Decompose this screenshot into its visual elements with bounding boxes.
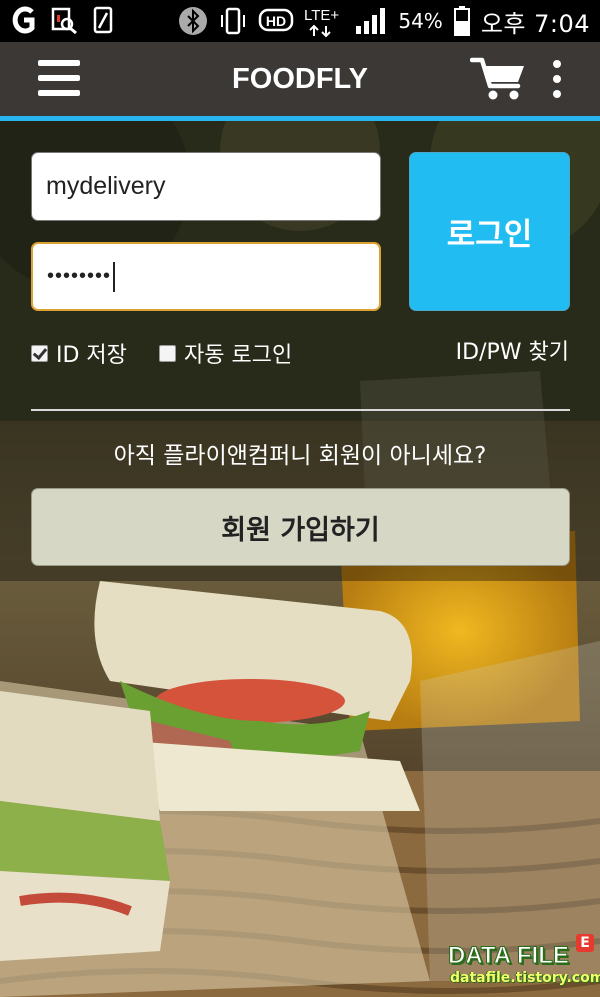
app-bar: FOODFLY <box>0 42 600 121</box>
password-field[interactable]: •••••••• <box>31 242 381 311</box>
app-g-icon <box>10 6 36 34</box>
save-id-label: ID 저장 <box>56 343 127 368</box>
id-field[interactable]: mydelivery <box>31 152 381 221</box>
sim-icon <box>92 6 114 34</box>
password-field-value: •••••••• <box>47 265 112 287</box>
login-button[interactable]: 로그인 <box>409 152 570 311</box>
battery-percent: 54% <box>398 9 443 33</box>
watermark-url: datafile.tistory.com <box>450 970 600 986</box>
clock: 오후 7:04 <box>480 9 590 38</box>
status-bar: HD LTE+ 54% 오후 7:04 <box>0 0 600 42</box>
text-cursor <box>113 261 116 292</box>
signup-notice: 아직 플라이앤컴퍼니 회원이 아니세요? <box>113 443 487 469</box>
save-id-option[interactable]: ID 저장 <box>31 337 127 369</box>
svg-text:LTE+: LTE+ <box>304 7 339 24</box>
find-id-pw-link[interactable]: ID/PW 찾기 <box>456 337 569 369</box>
svg-text:HD: HD <box>266 13 286 29</box>
battery-icon <box>453 5 471 37</box>
screenshot-icon <box>50 6 78 34</box>
cart-icon[interactable] <box>469 56 528 102</box>
id-field-value: mydelivery <box>46 172 166 200</box>
save-id-checkbox[interactable] <box>31 344 48 362</box>
watermark-badge: E <box>576 934 594 952</box>
bluetooth-icon <box>178 6 208 36</box>
signal-icon <box>354 6 388 36</box>
watermark-title: DATA FILE <box>448 942 570 970</box>
watermark: DATA FILE E datafile.tistory.com <box>448 934 600 992</box>
signup-button[interactable]: 회원 가입하기 <box>31 488 570 566</box>
hd-voice-icon: HD <box>258 6 294 36</box>
vibrate-icon <box>218 6 248 36</box>
divider <box>31 409 570 411</box>
more-icon[interactable] <box>548 60 566 100</box>
auto-login-label: 자동 로그인 <box>184 343 293 368</box>
lte-icon: LTE+ <box>304 4 344 38</box>
auto-login-option[interactable]: 자동 로그인 <box>159 337 292 369</box>
auto-login-checkbox[interactable] <box>159 344 176 362</box>
